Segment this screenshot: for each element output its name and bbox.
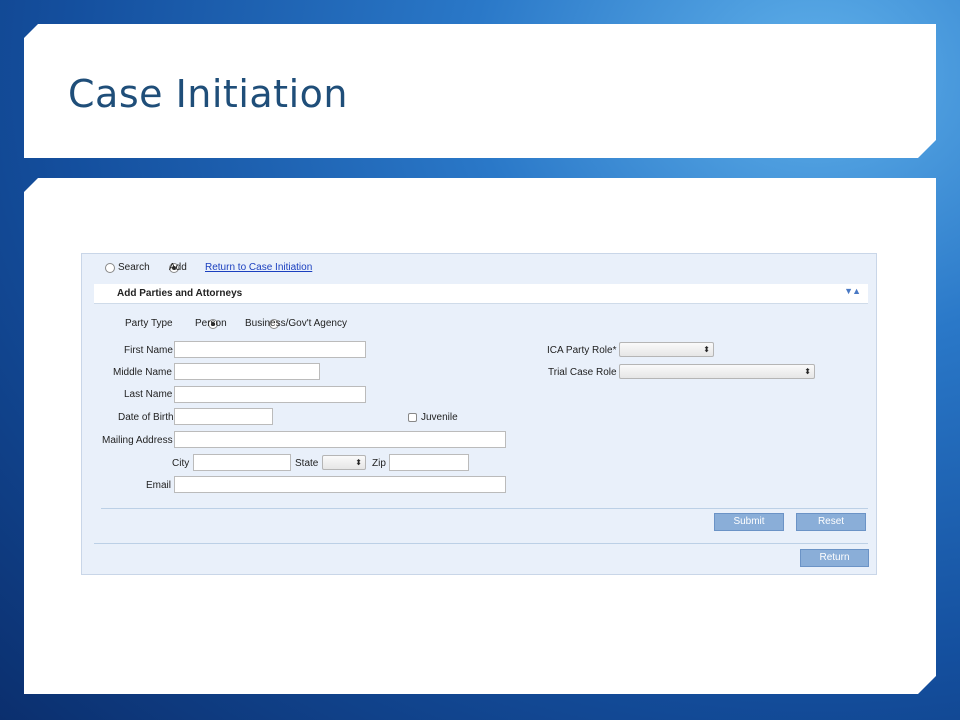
first-name-label: First Name [124, 345, 173, 356]
party-type-business-label: Business/Gov't Agency [245, 318, 347, 329]
email-field[interactable] [174, 476, 506, 493]
trial-case-role-select[interactable]: ⬍ [619, 364, 815, 379]
mailing-address-label: Mailing Address [102, 435, 173, 446]
last-name-field[interactable] [174, 386, 366, 403]
zip-label: Zip [372, 458, 386, 469]
middle-name-label: Middle Name [113, 367, 172, 378]
return-to-case-initiation-link[interactable]: Return to Case Initiation [205, 262, 312, 273]
search-radio-label: Search [118, 262, 150, 273]
mailing-address-field[interactable] [174, 431, 506, 448]
date-of-birth-field[interactable] [174, 408, 273, 425]
party-type-person-label: Person [195, 318, 227, 329]
select-arrows-icon: ⬍ [804, 367, 811, 376]
submit-button[interactable]: Submit [714, 513, 784, 531]
trial-case-role-label: Trial Case Role [548, 367, 617, 378]
return-button[interactable]: Return [800, 549, 869, 567]
email-label: Email [146, 480, 172, 491]
date-of-birth-label: Date of Birth [118, 412, 174, 423]
zip-field[interactable] [389, 454, 469, 471]
select-arrows-icon: ⬍ [355, 458, 362, 467]
juvenile-label: Juvenile [421, 412, 458, 423]
juvenile-checkbox[interactable] [408, 413, 417, 422]
section-title: Add Parties and Attorneys [117, 288, 243, 299]
ica-party-role-select[interactable]: ⬍ [619, 342, 714, 357]
section-header: Add Parties and Attorneys ▼▲ [94, 284, 868, 304]
ica-party-role-label: ICA Party Role* [547, 345, 617, 356]
middle-name-field[interactable] [174, 363, 320, 380]
party-type-label: Party Type [125, 318, 173, 329]
footer-divider [94, 543, 868, 544]
city-label: City [172, 458, 190, 469]
city-field[interactable] [193, 454, 291, 471]
state-label: State [295, 458, 319, 469]
form-divider [101, 508, 868, 509]
last-name-label: Last Name [124, 389, 173, 400]
select-arrows-icon: ⬍ [703, 345, 710, 354]
case-initiation-form: Search Add Return to Case Initiation Add… [81, 253, 877, 575]
first-name-field[interactable] [174, 341, 366, 358]
collapse-expand-arrows-icon[interactable]: ▼▲ [844, 286, 861, 296]
reset-button[interactable]: Reset [796, 513, 866, 531]
add-radio-label: Add [169, 262, 187, 273]
slide-title: Case Initiation [68, 72, 348, 116]
state-select[interactable]: ⬍ [322, 455, 366, 470]
search-radio[interactable] [105, 263, 115, 274]
